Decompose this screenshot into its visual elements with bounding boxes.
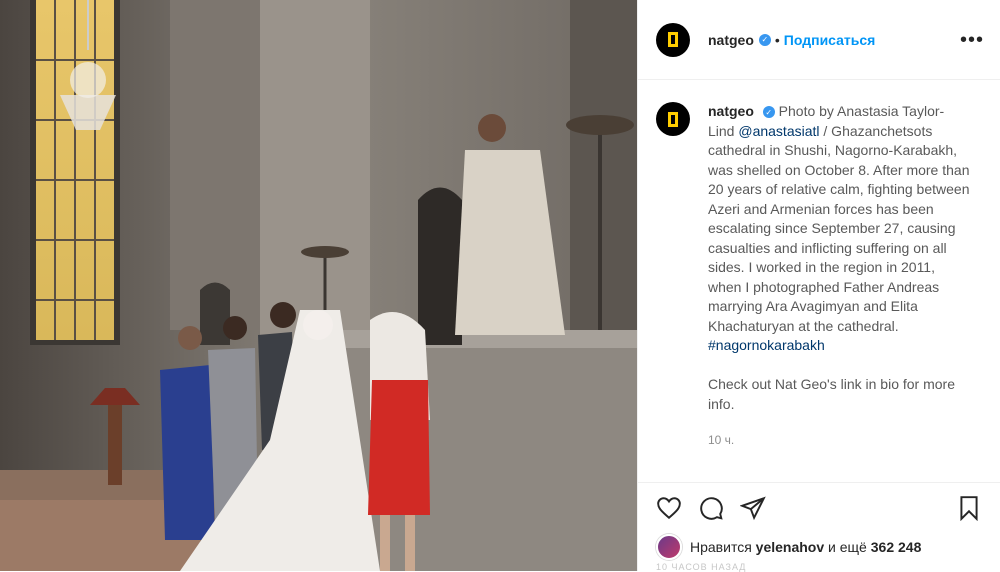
more-options-icon[interactable]: ••• [960,30,984,50]
likes-count[interactable]: 362 248 [871,539,922,555]
caption-closing: Check out Nat Geo's link in bio for more… [708,376,956,412]
natgeo-logo[interactable] [656,102,690,136]
caption-body: / Ghazanchetsots cathedral in Shushi, Na… [708,122,970,334]
action-bar [638,482,1000,532]
post-side-panel: natgeo ✓ • Подписаться ••• natgeo ✓ Phot… [637,0,1000,572]
verified-icon: ✓ [758,33,771,46]
bookmark-icon[interactable] [956,495,982,521]
cathedral-wedding-photo [0,0,637,571]
verified-icon: ✓ [762,106,775,119]
post-photo[interactable] [0,0,637,571]
separator-dot: • [774,31,780,48]
post-caption: natgeo ✓ Photo by Anastasia Taylor-Lind … [656,102,986,451]
caption-text: natgeo ✓ Photo by Anastasia Taylor-Lind … [708,102,970,451]
share-icon[interactable] [740,495,766,521]
author-username[interactable]: natgeo [708,32,754,48]
comment-icon[interactable] [698,495,724,521]
post-time[interactable]: 10 ч. [708,431,970,451]
heart-icon[interactable] [656,495,682,521]
post-header: natgeo ✓ • Подписаться ••• [638,0,1000,80]
likes-middle: и ещё [828,539,867,555]
natgeo-logo[interactable] [656,22,690,57]
caption-author[interactable]: natgeo [708,103,754,119]
mention-link[interactable]: @anastasiatl [738,123,819,139]
liker-username[interactable]: yelenahov [756,539,824,555]
liker-avatar[interactable] [656,534,682,560]
likes-prefix: Нравится [690,539,752,555]
likes-row: Нравится yelenahov и ещё 362 248 [656,534,921,560]
hashtag-link[interactable]: #nagornokarabakh [708,337,825,353]
follow-button[interactable]: Подписаться [784,32,876,48]
